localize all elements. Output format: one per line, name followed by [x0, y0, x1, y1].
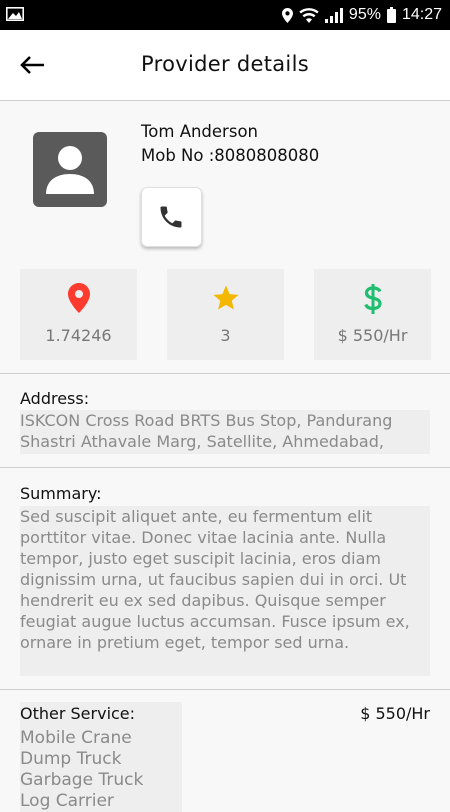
location-icon — [281, 7, 293, 23]
other-service-label: Other Service: — [20, 704, 136, 723]
summary-label: Summary: — [20, 484, 102, 503]
address-label: Address: — [20, 389, 90, 408]
dollar-icon — [363, 284, 382, 314]
provider-mobile: Mob No :8080808080 — [141, 146, 319, 165]
distance-tile: 1.74246 — [20, 269, 137, 360]
address-text: ISKCON Cross Road BRTS Bus Stop, Pandura… — [20, 410, 430, 454]
clock: 14:27 — [401, 6, 442, 23]
signal-icon — [324, 7, 343, 23]
rating-tile: 3 — [167, 269, 284, 360]
status-indicators: 95% 14:27 — [281, 0, 442, 30]
list-item[interactable]: Log Carrier — [20, 791, 143, 812]
rate-tile: $ 550/Hr — [314, 269, 431, 360]
other-service-items: Mobile Crane Dump Truck Garbage Truck Lo… — [20, 728, 143, 812]
rate-value: $ 550/Hr — [337, 326, 408, 345]
gallery-notification-icon — [6, 7, 24, 21]
list-item[interactable]: Dump Truck — [20, 749, 143, 770]
phone-icon — [160, 206, 182, 228]
star-icon — [213, 285, 238, 310]
battery-icon — [386, 7, 396, 23]
wifi-icon — [299, 7, 319, 23]
page-title: Provider details — [141, 52, 309, 76]
mobile-number: 8080808080 — [214, 146, 320, 165]
user-avatar-icon — [46, 146, 94, 194]
mobile-label: Mob No : — [141, 146, 215, 165]
call-button[interactable] — [141, 187, 202, 247]
avatar — [33, 132, 107, 207]
list-item[interactable]: Mobile Crane — [20, 728, 143, 749]
map-pin-icon — [67, 283, 90, 313]
summary-text: Sed suscipit aliquet ante, eu fermentum … — [20, 506, 430, 676]
status-bar: 95% 14:27 — [0, 0, 450, 30]
list-item[interactable]: Garbage Truck — [20, 770, 143, 791]
distance-value: 1.74246 — [45, 326, 112, 345]
divider — [0, 467, 450, 468]
battery-percent: 95% — [348, 6, 381, 23]
provider-name: Tom Anderson — [141, 122, 258, 141]
divider — [0, 373, 450, 374]
other-service-price: $ 550/Hr — [360, 704, 430, 723]
app-bar: Provider details — [0, 30, 450, 101]
divider — [0, 689, 450, 690]
rating-value: 3 — [220, 326, 231, 345]
